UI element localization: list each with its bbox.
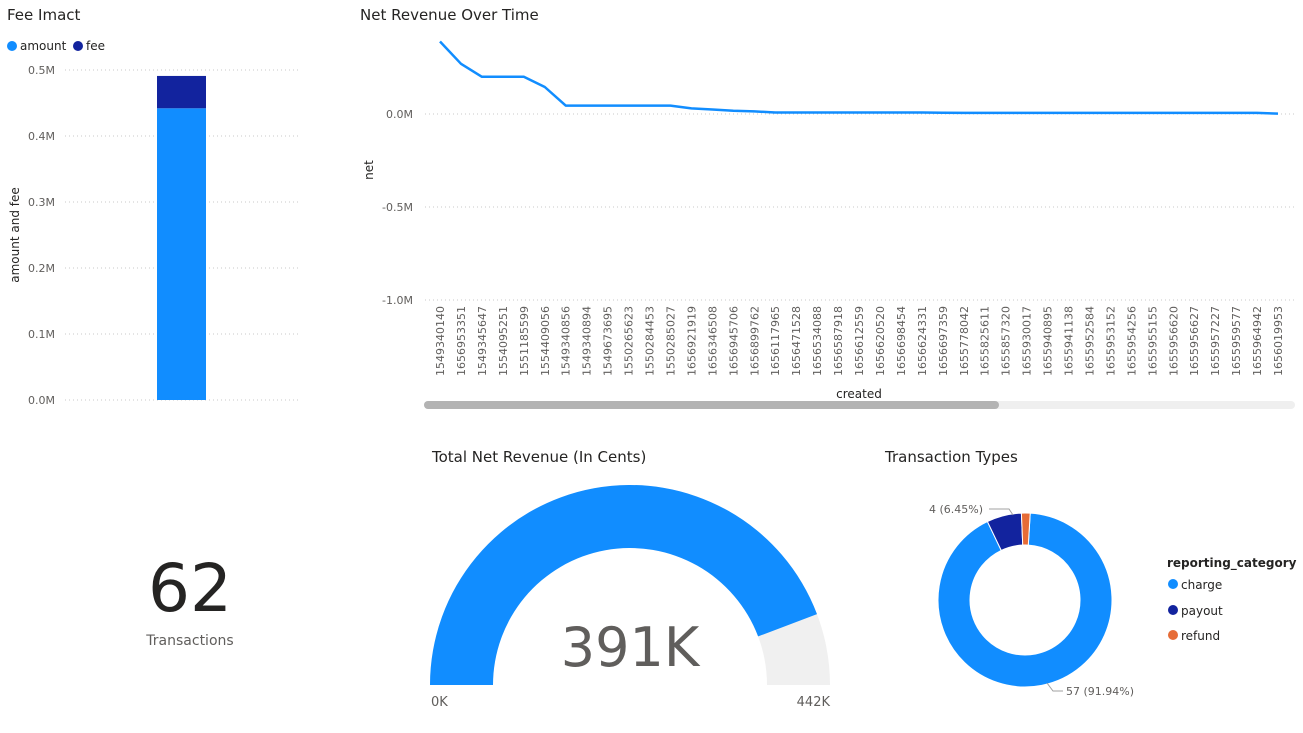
line-x-tick: 1550285027	[664, 306, 677, 376]
charge-callout: 57 (91.94%)	[1066, 685, 1134, 698]
line-x-tick: 1655959577	[1230, 306, 1243, 376]
donut-slice-refund[interactable]	[1020, 512, 1031, 546]
line-x-tick: 1655778042	[958, 306, 971, 376]
line-x-tick: 1656698454	[895, 306, 908, 376]
line-x-tick: 1549340140	[434, 306, 447, 376]
line-x-tick: 1549340894	[581, 306, 594, 376]
line-x-tick: 1656117965	[769, 306, 782, 376]
line-y-tick: 0.0M	[386, 108, 413, 121]
line-x-axis-title: created	[836, 387, 882, 401]
line-x-tick: 1656953351	[455, 306, 468, 376]
legend-amount-marker	[7, 41, 17, 51]
donut-legend-title: reporting_category	[1167, 556, 1297, 571]
legend-payout-marker	[1168, 605, 1178, 615]
donut-slices	[937, 512, 1113, 688]
fee-y-tick: 0.1M	[28, 328, 55, 341]
line-x-tick: 1655964942	[1251, 306, 1264, 376]
line-x-tick: 1656620520	[874, 306, 887, 376]
line-x-tick: 1655952584	[1083, 306, 1096, 376]
gauge-title: Total Net Revenue (In Cents)	[432, 448, 647, 466]
gauge-value: 391K	[561, 616, 701, 679]
line-x-tick: 1656019953	[1272, 306, 1285, 376]
gauge-min-label: 0K	[431, 695, 448, 710]
fee-bar-chart: amount fee amount and fee 0.0M0.1M0.2M0.…	[7, 39, 298, 407]
line-x-tick: 1655930017	[1021, 306, 1034, 376]
line-x-tick: 1554095251	[497, 306, 510, 376]
line-x-tick: 1549340856	[560, 306, 573, 376]
line-series	[439, 40, 1279, 115]
legend-charge-marker	[1168, 579, 1178, 589]
line-x-tick: 1656624331	[916, 306, 929, 376]
fee-y-tick: 0.3M	[28, 196, 55, 209]
line-x-tick: 1549673695	[602, 306, 615, 376]
legend-fee-marker	[73, 41, 83, 51]
gauge-max-label: 442K	[797, 695, 831, 710]
line-x-tick: 1655857320	[1000, 306, 1013, 376]
net-revenue-gauge: 391K 0K 442K	[430, 485, 831, 710]
line-x-tick: 1550284453	[644, 306, 657, 376]
line-x-tick: 1656697359	[937, 306, 950, 376]
line-y-axis-title: net	[362, 160, 376, 180]
line-y-ticks: 0.0M -0.5M -1.0M	[382, 108, 413, 307]
line-x-tick: 1656346508	[706, 306, 719, 376]
line-x-tick: 1656945706	[727, 306, 740, 376]
fee-y-tick: 0.5M	[28, 64, 55, 77]
legend-refund-marker	[1168, 630, 1178, 640]
line-x-tick: 1656471528	[790, 306, 803, 376]
line-x-tick: 1656587918	[832, 306, 845, 376]
fee-legend: amount fee	[7, 39, 105, 53]
fee-y-tick: 0.4M	[28, 130, 55, 143]
fee-y-ticks: 0.0M 0.1M 0.2M 0.3M 0.4M 0.5M	[28, 64, 55, 407]
fee-y-axis-title: amount and fee	[8, 187, 22, 283]
payout-callout: 4 (6.45%)	[929, 503, 983, 516]
transaction-types-donut: 4 (6.45%) 57 (91.94%) reporting_category…	[929, 503, 1297, 698]
line-x-tick: 1655957227	[1209, 306, 1222, 376]
line-x-tick: 1655941138	[1063, 306, 1076, 376]
line-x-tick: 1655956627	[1188, 306, 1201, 376]
net-revenue-line-chart: net created 0.0M -0.5M -1.0M 1549340140 165…	[362, 40, 1295, 401]
charge-callout-line	[1046, 682, 1063, 692]
line-x-tick: 1655825611	[979, 306, 992, 376]
fee-y-tick: 0.2M	[28, 262, 55, 275]
line-x-tick: 1551185599	[518, 306, 531, 376]
line-x-tick: 1655953152	[1104, 306, 1117, 376]
line-grid	[425, 113, 1295, 301]
line-x-tick: 1550265623	[623, 306, 636, 376]
transactions-label: Transactions	[146, 633, 234, 649]
net-revenue-line[interactable]	[439, 40, 1279, 115]
line-x-tick: 1655954256	[1125, 306, 1138, 376]
line-x-tick: 1656534088	[811, 306, 824, 376]
line-x-tick: 1656899762	[748, 306, 761, 376]
transactions-count: 62	[148, 550, 232, 627]
line-chart-scrollbar-thumb[interactable]	[424, 401, 999, 409]
legend-fee-label: fee	[86, 39, 105, 53]
legend-charge-label: charge	[1181, 578, 1222, 592]
line-x-tick: 1656921919	[685, 306, 698, 376]
line-x-tick: 1655940895	[1042, 306, 1055, 376]
bar-amount[interactable]	[157, 108, 206, 400]
donut-title: Transaction Types	[885, 448, 1018, 466]
fee-y-tick: 0.0M	[28, 394, 55, 407]
line-y-tick: -1.0M	[382, 294, 413, 307]
line-x-ticks: 1549340140 1656953351 1549345647 1554095251…	[434, 306, 1285, 376]
fee-bars	[157, 75, 206, 400]
line-x-tick: 1549345647	[476, 306, 489, 376]
legend-payout-label: payout	[1181, 604, 1223, 618]
line-x-tick: 1655955155	[1146, 306, 1159, 376]
line-x-tick: 1656612559	[853, 306, 866, 376]
line-y-tick: -0.5M	[382, 201, 413, 214]
line-x-tick: 1655956620	[1167, 306, 1180, 376]
legend-refund-label: refund	[1181, 629, 1220, 643]
line-x-tick: 1554409056	[539, 306, 552, 376]
bar-fee[interactable]	[157, 75, 206, 109]
legend-amount-label: amount	[20, 39, 67, 53]
